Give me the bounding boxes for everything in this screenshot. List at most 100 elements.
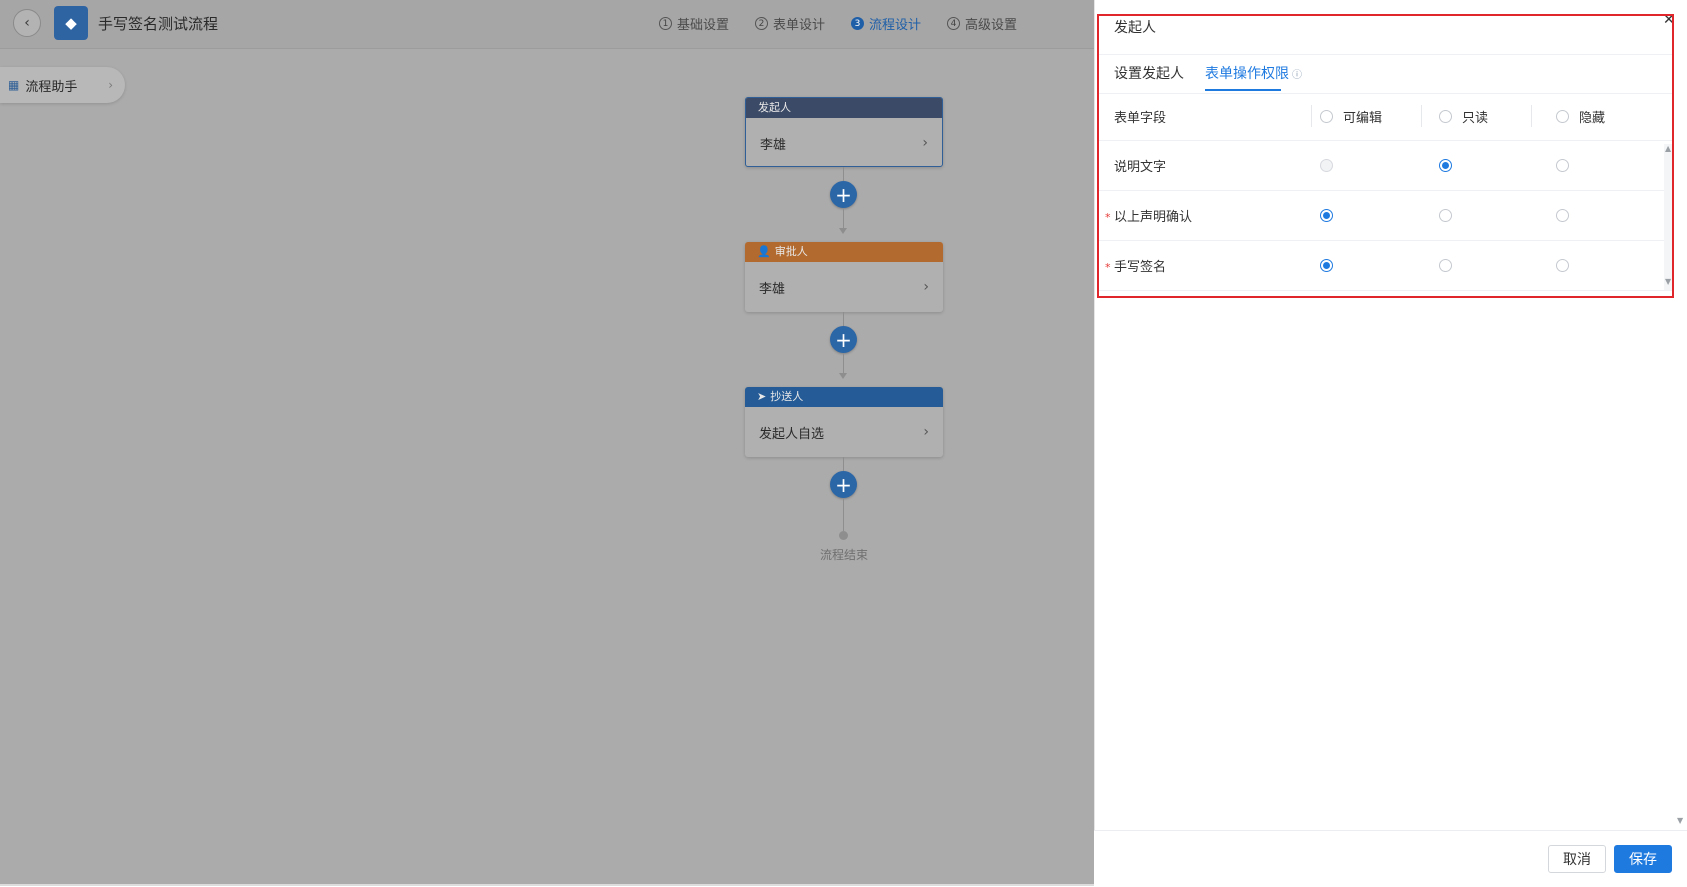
app-logo: ◆ <box>54 6 88 40</box>
add-node-button[interactable]: + <box>830 471 857 498</box>
step-basic-settings[interactable]: 1 基础设置 <box>659 14 729 33</box>
grid-icon: ▦ <box>8 78 20 92</box>
hidden-radio[interactable] <box>1556 259 1569 272</box>
chevron-left-icon: ‹ <box>24 15 30 31</box>
permission-table: 表单字段 可编辑 只读 隐藏 说明文字 * 以上声明确认 * 手写签名 <box>1099 93 1672 291</box>
node-body: 发起人自选 › <box>745 407 943 457</box>
hidden-cell <box>1556 141 1569 190</box>
step-nav: 1 基础设置 2 表单设计 3 流程设计 4 高级设置 <box>659 14 1017 33</box>
flow-node-approver[interactable]: 👤 审批人 李雄 › <box>745 242 943 312</box>
field-name: 说明文字 <box>1114 160 1167 175</box>
tab-label: 表单操作权限 <box>1205 66 1289 82</box>
plus-icon: + <box>835 182 852 207</box>
step-label: 高级设置 <box>965 18 1018 33</box>
table-scrollbar[interactable] <box>1664 144 1673 290</box>
select-all-editable-radio[interactable] <box>1320 110 1333 123</box>
scroll-down-icon[interactable]: ▼ <box>1677 816 1683 825</box>
add-node-button[interactable]: + <box>830 181 857 208</box>
tab-label: 设置发起人 <box>1114 66 1184 82</box>
readonly-cell <box>1439 191 1452 240</box>
node-body: 李雄 › <box>745 262 943 312</box>
step-advanced-settings[interactable]: 4 高级设置 <box>947 14 1017 33</box>
step-label: 流程设计 <box>869 18 922 33</box>
drawer-footer: 取消 保存 <box>1094 830 1687 887</box>
drawer-title: 发起人 <box>1114 20 1156 36</box>
hidden-radio[interactable] <box>1556 209 1569 222</box>
editable-cell <box>1320 191 1333 240</box>
connector-line <box>843 208 844 228</box>
flow-node-initiator[interactable]: 发起人 李雄 › <box>745 97 943 167</box>
readonly-cell <box>1439 141 1452 190</box>
chevron-right-icon: › <box>923 424 929 440</box>
step-number: 4 <box>947 17 961 30</box>
node-value: 发起人自选 <box>759 426 825 442</box>
cancel-button[interactable]: 取消 <box>1548 845 1606 873</box>
required-asterisk: * <box>1105 211 1111 224</box>
close-icon[interactable]: ✕ <box>1663 12 1675 28</box>
back-button[interactable]: ‹ <box>13 9 41 37</box>
arrow-down-icon <box>839 373 847 379</box>
page-title: 手写签名测试流程 <box>98 15 219 33</box>
editable-radio[interactable] <box>1320 209 1333 222</box>
column-divider <box>1311 105 1312 127</box>
node-value: 李雄 <box>759 281 786 297</box>
hidden-cell <box>1556 191 1569 240</box>
column-header-label: 可编辑 <box>1343 111 1383 126</box>
tab-form-permissions[interactable]: 表单操作权限 ⓘ <box>1205 63 1302 83</box>
step-form-design[interactable]: 2 表单设计 <box>755 14 825 33</box>
step-number: 3 <box>851 17 865 30</box>
flow-end-dot <box>839 531 848 540</box>
connector-line <box>843 312 844 326</box>
step-label: 基础设置 <box>677 18 730 33</box>
select-all-hidden-radio[interactable] <box>1556 110 1569 123</box>
step-flow-design[interactable]: 3 流程设计 <box>851 14 921 33</box>
send-icon: ➤ <box>757 390 767 403</box>
node-type-label: 抄送人 <box>770 390 804 403</box>
top-bar: ‹ ◆ 手写签名测试流程 1 基础设置 2 表单设计 3 流程设计 4 高级设置 <box>0 0 1094 49</box>
step-number: 2 <box>755 17 769 30</box>
save-button[interactable]: 保存 <box>1614 845 1672 873</box>
column-header-field: 表单字段 <box>1114 111 1167 126</box>
arrow-down-icon <box>839 228 847 234</box>
add-node-button[interactable]: + <box>830 326 857 353</box>
column-divider <box>1531 105 1532 127</box>
flow-assistant-button[interactable]: ▦ 流程助手 › <box>0 67 125 103</box>
connector-line <box>843 498 844 531</box>
chevron-right-icon: › <box>108 78 113 92</box>
flow-canvas: ‹ ◆ 手写签名测试流程 1 基础设置 2 表单设计 3 流程设计 4 高级设置… <box>0 0 1094 886</box>
node-header: 👤 审批人 <box>745 242 943 262</box>
column-header-readonly: 只读 <box>1439 93 1488 140</box>
editable-cell <box>1320 241 1333 290</box>
plus-icon: + <box>835 327 852 352</box>
scroll-down-icon[interactable]: ▼ <box>1665 277 1671 286</box>
connector-line <box>843 353 844 373</box>
node-type-label: 发起人 <box>758 101 791 114</box>
node-header: ➤ 抄送人 <box>745 387 943 407</box>
field-name: 手写签名 <box>1114 260 1167 275</box>
field-name: 以上声明确认 <box>1114 210 1193 225</box>
user-icon: 👤 <box>757 245 771 258</box>
select-all-readonly-radio[interactable] <box>1439 110 1452 123</box>
readonly-radio[interactable] <box>1439 209 1452 222</box>
plus-icon: + <box>835 472 852 497</box>
column-header-label: 只读 <box>1462 111 1489 126</box>
connector-line <box>843 167 844 181</box>
required-asterisk: * <box>1105 261 1111 274</box>
scroll-up-icon[interactable]: ▲ <box>1665 144 1671 153</box>
node-type-label: 审批人 <box>774 245 808 258</box>
hidden-radio[interactable] <box>1556 159 1569 172</box>
readonly-cell <box>1439 241 1452 290</box>
column-divider <box>1421 105 1422 127</box>
info-icon[interactable]: ⓘ <box>1292 70 1302 81</box>
readonly-radio[interactable] <box>1439 259 1452 272</box>
flow-node-cc[interactable]: ➤ 抄送人 发起人自选 › <box>745 387 943 457</box>
chevron-right-icon: › <box>922 135 928 151</box>
tab-set-initiator[interactable]: 设置发起人 <box>1114 63 1184 83</box>
readonly-radio[interactable] <box>1439 159 1452 172</box>
editable-cell <box>1320 141 1333 190</box>
editable-radio[interactable] <box>1320 259 1333 272</box>
assistant-label: 流程助手 <box>25 79 78 95</box>
step-label: 表单设计 <box>773 18 826 33</box>
step-number: 1 <box>659 17 672 30</box>
table-header-row: 表单字段 可编辑 只读 隐藏 <box>1099 93 1672 141</box>
